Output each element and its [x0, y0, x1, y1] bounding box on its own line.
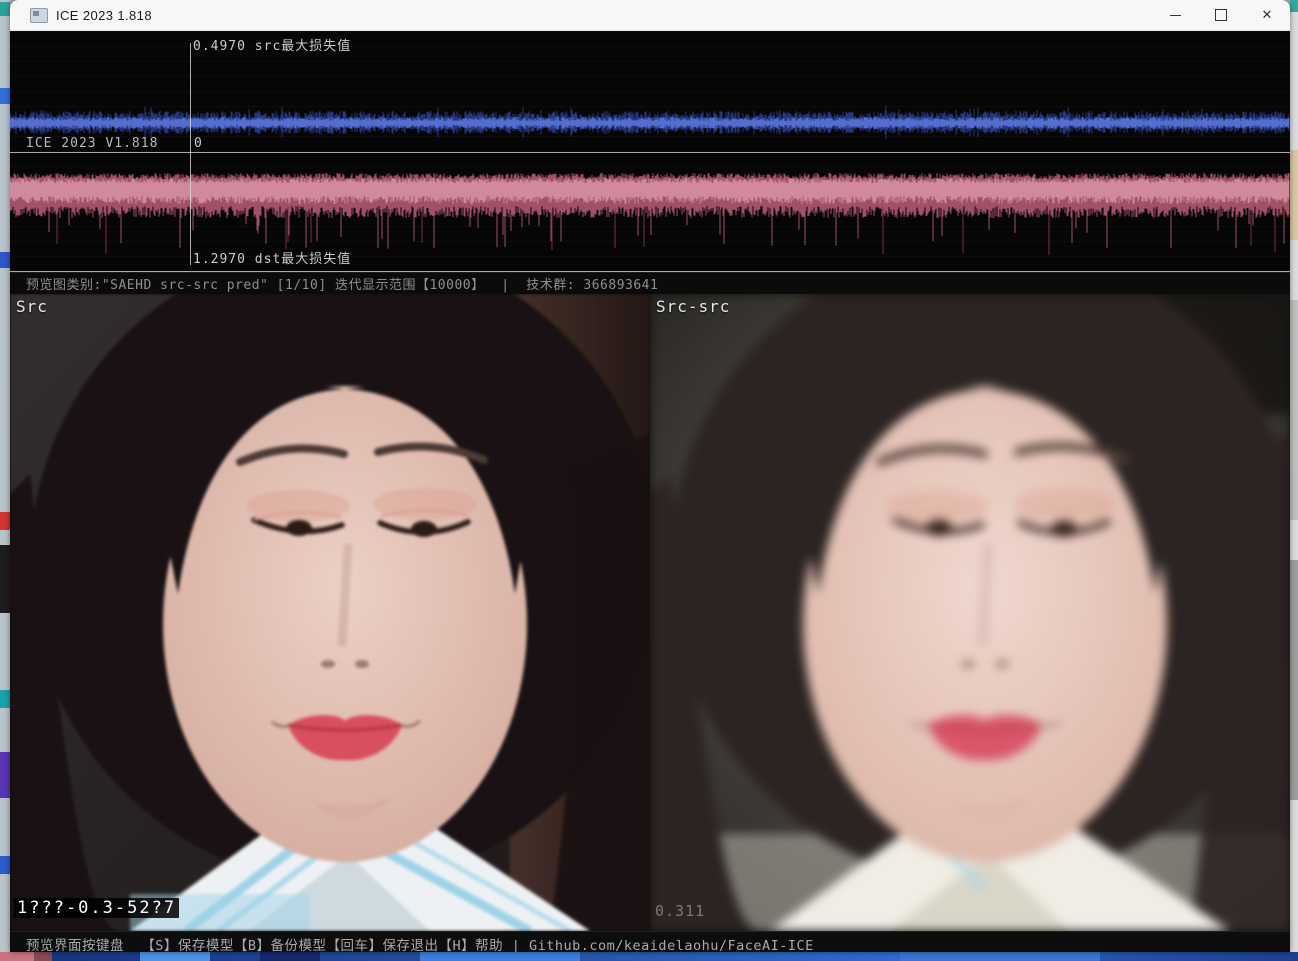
iteration-marker [190, 43, 191, 265]
src-preview-label: Src [16, 297, 48, 316]
src-max-loss-label: 0.4970 src最大损失值 [193, 35, 351, 54]
desktop-icon-fragment [0, 752, 10, 798]
desktop-edge-left [0, 0, 10, 961]
preview-row: Src 1???-0.3-52?7 [10, 294, 1290, 931]
wallpaper-fragment [900, 952, 1100, 961]
dst-max-loss-label: 1.2970 dst最大损失值 [193, 248, 351, 267]
desktop-icon-fragment [0, 2, 10, 16]
maximize-icon [1215, 9, 1227, 21]
pred-loss-overlay: 0.311 [655, 902, 705, 920]
pred-preview-panel: Src-src 0.311 [650, 294, 1290, 931]
version-label: ICE 2023 V1.818 [26, 136, 158, 151]
desktop-edge-right [1290, 0, 1298, 961]
desktop-fragment [1290, 0, 1298, 12]
preview-status-bar: 预览图类别:"SAEHD src-src pred" [1/10] 迭代显示范围… [10, 272, 1290, 294]
desktop-icon-fragment [0, 88, 10, 104]
desktop-icon-fragment [0, 690, 10, 708]
minimize-icon [1170, 15, 1181, 16]
preview-status-text: 预览图类别:"SAEHD src-src pred" [1/10] 迭代显示范围… [26, 274, 658, 293]
app-icon [30, 8, 48, 23]
src-frame-overlay: 1???-0.3-52?7 [14, 898, 179, 918]
desktop-icon-fragment [0, 252, 10, 268]
wallpaper-fragment [0, 952, 34, 961]
window-title: ICE 2023 1.818 [56, 8, 152, 23]
graph-bottom-divider [10, 271, 1290, 272]
desktop-fragment [1290, 150, 1298, 240]
hotkey-help-text: 预览界面按键盘 【S】保存模型【B】备份模型【回车】保存退出【H】帮助 | Gi… [26, 934, 814, 953]
wallpaper-fragment [34, 952, 52, 961]
desktop-icon-fragment [0, 512, 10, 530]
pred-preview-label: Src-src [656, 297, 730, 316]
desktop-fragment [1290, 300, 1298, 520]
ice2023-window: ICE 2023 1.818 ✕ 0.4970 src最大损失值 ICE 202… [10, 0, 1290, 952]
pred-preview-image [650, 294, 1290, 931]
wallpaper-fragment [260, 952, 320, 961]
graph-divider [10, 152, 1290, 153]
title-bar[interactable]: ICE 2023 1.818 ✕ [10, 0, 1290, 31]
wallpaper-fragment [420, 952, 580, 961]
close-icon: ✕ [1262, 8, 1273, 23]
maximize-button[interactable] [1198, 0, 1244, 30]
close-button[interactable]: ✕ [1244, 0, 1290, 30]
loss-history-graph: 0.4970 src最大损失值 ICE 2023 V1.818 0 1.2970… [10, 31, 1290, 272]
minimize-button[interactable] [1152, 0, 1198, 30]
zero-label: 0 [194, 136, 203, 151]
desktop-taskbar-strip [0, 952, 1298, 961]
desktop-icon-fragment [0, 545, 10, 613]
hotkey-help-bar: 预览界面按键盘 【S】保存模型【B】备份模型【回车】保存退出【H】帮助 | Gi… [10, 931, 1290, 952]
desktop-icon-fragment [0, 856, 10, 874]
src-preview-image [10, 294, 650, 931]
desktop-fragment [1290, 560, 1298, 800]
wallpaper-fragment [140, 952, 210, 961]
src-preview-panel: Src 1???-0.3-52?7 [10, 294, 650, 931]
